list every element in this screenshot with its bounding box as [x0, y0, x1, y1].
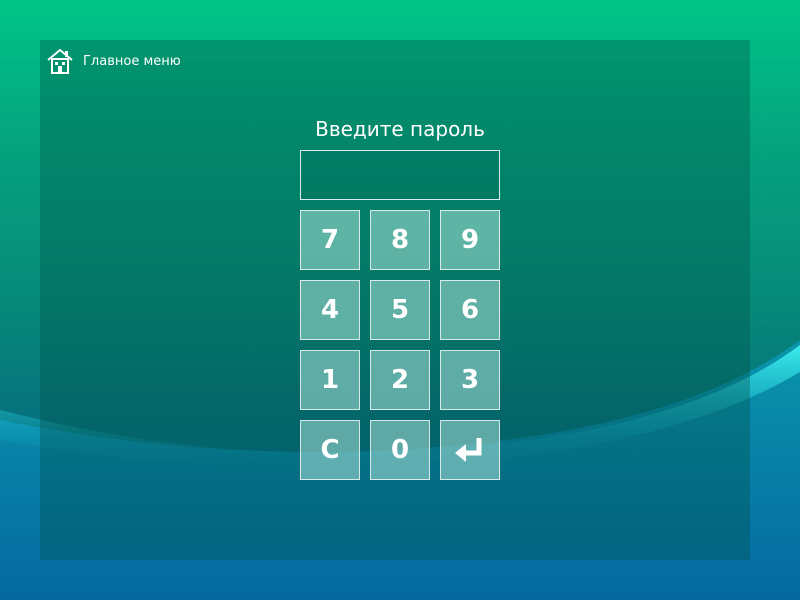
key-7[interactable]: 7	[300, 210, 360, 270]
enter-return-icon	[455, 438, 482, 462]
home-menu-button[interactable]: Главное меню	[45, 45, 181, 77]
screen: Главное меню Введите пароль 7 8 9 4 5 6 …	[0, 0, 800, 600]
key-4[interactable]: 4	[300, 280, 360, 340]
password-input[interactable]	[300, 150, 500, 200]
key-3[interactable]: 3	[440, 350, 500, 410]
key-8[interactable]: 8	[370, 210, 430, 270]
house-icon	[47, 48, 73, 74]
key-9[interactable]: 9	[440, 210, 500, 270]
key-2[interactable]: 2	[370, 350, 430, 410]
key-0[interactable]: 0	[370, 420, 430, 480]
key-6[interactable]: 6	[440, 280, 500, 340]
key-clear[interactable]: C	[300, 420, 360, 480]
key-5[interactable]: 5	[370, 280, 430, 340]
home-menu-label: Главное меню	[83, 53, 181, 69]
key-enter[interactable]	[440, 420, 500, 480]
key-1[interactable]: 1	[300, 350, 360, 410]
password-prompt: Введите пароль	[315, 117, 485, 141]
